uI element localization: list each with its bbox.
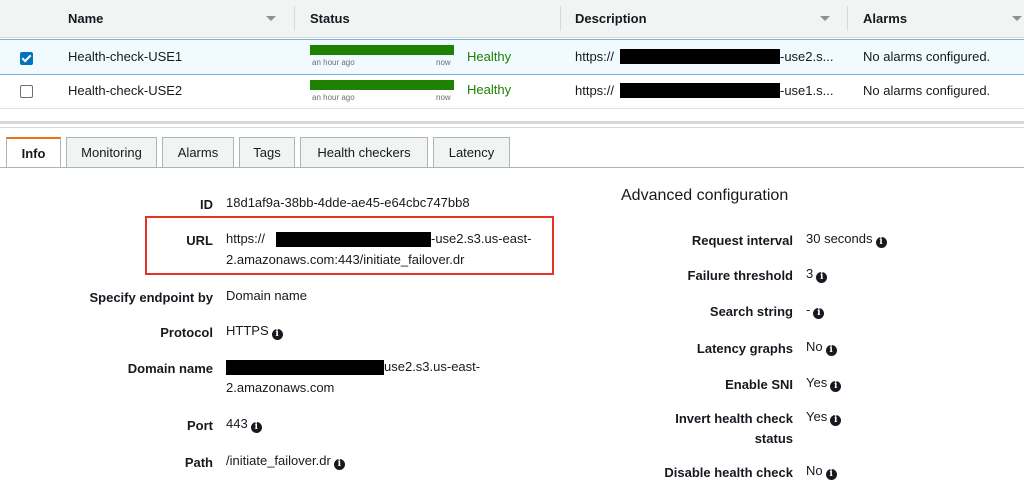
redaction-bar <box>226 360 384 375</box>
latency-graphs-value: No <box>806 339 823 354</box>
table-header: Name Status Description Alarms <box>0 0 1024 38</box>
redaction-bar <box>620 49 780 64</box>
info-icon[interactable]: i <box>250 422 262 433</box>
redaction-bar <box>276 232 431 247</box>
redaction-bar <box>620 83 780 98</box>
url-label: URL <box>186 233 213 248</box>
tab-info[interactable]: Info <box>6 137 61 168</box>
info-icon[interactable]: i <box>875 237 887 248</box>
health-check-name[interactable]: Health-check-USE2 <box>68 74 182 108</box>
domain-line2: 2.amazonaws.com <box>226 380 335 395</box>
enable-sni-value: Yes <box>806 375 828 390</box>
path-label: Path <box>184 455 213 470</box>
protocol-label: Protocol <box>160 325 213 340</box>
table-row[interactable]: Health-check-USE1 an hour ago now Health… <box>0 39 1024 75</box>
description-suffix: -use1.s... <box>780 83 834 98</box>
column-header-description[interactable]: Description <box>575 0 647 37</box>
info-icon[interactable]: i <box>825 469 837 480</box>
enable-sni-label: Enable SNI <box>725 377 793 392</box>
protocol-value: HTTPS <box>226 323 269 338</box>
description-suffix: -use2.s... <box>780 49 834 64</box>
tab-tags[interactable]: Tags <box>239 137 295 167</box>
failure-threshold-field: 3i <box>806 264 828 284</box>
status-text: Healthy <box>467 49 512 64</box>
table-row[interactable]: Health-check-USE2 an hour ago now Health… <box>0 74 1024 109</box>
id-value: 18d1af9a-38bb-4dde-ae45-e64cbc747bb8 <box>226 195 470 210</box>
request-interval-label: Request interval <box>691 233 793 248</box>
chevron-down-icon[interactable] <box>1012 16 1022 21</box>
url-prefix: https:// <box>226 231 266 246</box>
path-field: /initiate_failover.dr i <box>226 451 345 471</box>
domain-name-label: Domain name <box>127 361 213 376</box>
column-divider <box>560 6 561 31</box>
info-icon[interactable]: i <box>271 329 283 340</box>
latency-graphs-label: Latency graphs <box>696 341 793 356</box>
alarms-text: No alarms configured. <box>863 83 991 98</box>
search-string-label: Search string <box>709 304 793 319</box>
chevron-down-icon[interactable] <box>266 16 276 21</box>
invert-health-check-field: Yes i <box>806 407 842 427</box>
info-icon[interactable]: i <box>816 272 828 283</box>
port-label: Port <box>187 418 213 433</box>
request-interval-value: 30 seconds <box>806 231 873 246</box>
tab-alarms[interactable]: Alarms <box>162 137 234 167</box>
row-checkbox[interactable] <box>20 85 33 98</box>
specify-endpoint-value: Domain name <box>226 288 307 303</box>
request-interval-field: 30 seconds i <box>806 229 887 249</box>
bar-end-label: now <box>436 58 451 67</box>
search-string-field: -i <box>806 300 825 320</box>
invert-health-check-label-line2: status <box>754 431 793 446</box>
id-label: ID <box>200 197 213 212</box>
column-divider <box>294 6 295 31</box>
failure-threshold-value: 3 <box>806 266 814 281</box>
info-icon[interactable]: i <box>830 415 842 426</box>
url-line2: 2.amazonaws.com:443/initiate_failover.dr <box>226 252 465 267</box>
advanced-configuration-title: Advanced configuration <box>621 187 789 204</box>
path-value: /initiate_failover.dr <box>226 453 331 468</box>
info-icon[interactable]: i <box>825 345 837 356</box>
description-prefix: https:// <box>575 49 615 64</box>
status-bar <box>310 80 454 90</box>
column-header-alarms[interactable]: Alarms <box>863 0 907 37</box>
invert-health-check-value: Yes <box>806 409 828 424</box>
column-header-name[interactable]: Name <box>68 0 103 37</box>
info-icon[interactable]: i <box>813 308 825 319</box>
url-suffix: -use2.s3.us-east- <box>431 231 532 246</box>
tab-latency[interactable]: Latency <box>433 137 510 167</box>
search-string-value: - <box>806 302 811 317</box>
bar-end-label: now <box>436 93 451 102</box>
disable-health-check-value: No <box>806 463 823 478</box>
pane-divider-line <box>0 127 1024 128</box>
bar-start-label: an hour ago <box>312 93 355 102</box>
health-check-name[interactable]: Health-check-USE1 <box>68 40 182 74</box>
info-icon[interactable]: i <box>830 381 842 392</box>
description-prefix: https:// <box>575 83 615 98</box>
alarms-text: No alarms configured. <box>863 49 991 64</box>
column-header-status[interactable]: Status <box>310 0 350 37</box>
status-text: Healthy <box>467 82 512 97</box>
chevron-down-icon[interactable] <box>820 16 830 21</box>
tab-monitoring[interactable]: Monitoring <box>66 137 157 167</box>
tab-health-checkers[interactable]: Health checkers <box>300 137 428 167</box>
disable-health-check-field: No i <box>806 461 837 481</box>
bar-start-label: an hour ago <box>312 58 355 67</box>
domain-suffix: use2.s3.us-east- <box>384 359 481 374</box>
tab-baseline <box>0 167 1024 168</box>
protocol-field: HTTPS i <box>226 321 283 341</box>
column-divider <box>847 6 848 31</box>
info-icon[interactable]: i <box>333 459 345 470</box>
port-value: 443 <box>226 416 248 431</box>
status-bar <box>310 45 454 55</box>
failure-threshold-label: Failure threshold <box>687 268 793 283</box>
enable-sni-field: Yes i <box>806 373 842 393</box>
row-checkbox[interactable] <box>20 52 33 65</box>
port-field: 443 i <box>226 414 262 434</box>
latency-graphs-field: No i <box>806 337 837 357</box>
specify-endpoint-label: Specify endpoint by <box>89 290 213 305</box>
disable-health-check-label: Disable health check <box>664 465 793 480</box>
pane-resize-handle[interactable] <box>0 121 1024 124</box>
invert-health-check-label: Invert health check <box>675 411 793 426</box>
